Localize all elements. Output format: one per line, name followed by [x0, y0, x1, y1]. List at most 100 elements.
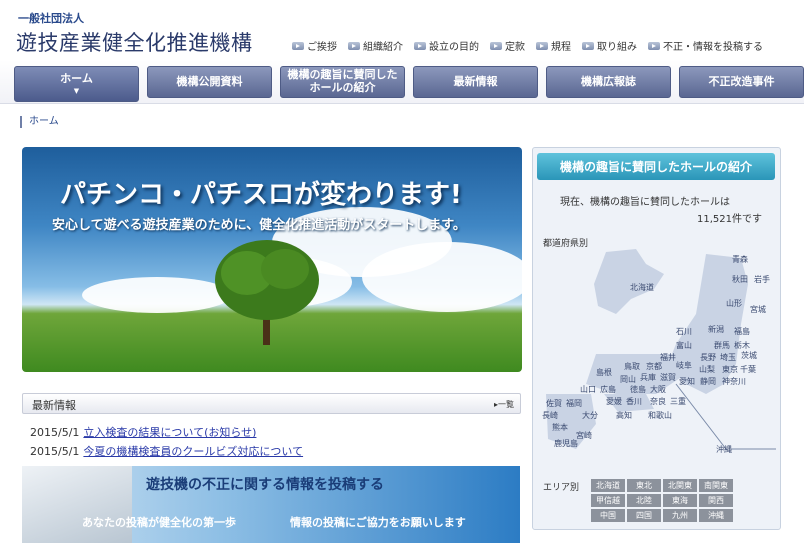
arrow-bullet-icon	[348, 41, 360, 50]
pref-fukushima[interactable]: 福島	[734, 326, 750, 337]
pref-toyama[interactable]: 富山	[676, 340, 692, 351]
org-type: 一般社団法人	[18, 12, 84, 25]
news-date: 2015/5/1	[30, 426, 80, 439]
pref-saga[interactable]: 佐賀	[546, 398, 562, 409]
breadcrumb: ホーム	[20, 116, 59, 128]
cloud-decoration	[362, 242, 522, 312]
pref-nara[interactable]: 奈良	[650, 396, 666, 407]
pref-gunma[interactable]: 群馬	[714, 340, 730, 351]
top-nav-purpose[interactable]: 設立の目的	[414, 38, 479, 53]
report-banner-sub-left: あなたの投稿が健全化の第一歩	[82, 516, 236, 529]
news-link[interactable]: 立入検査の結果について(お知らせ)	[83, 426, 256, 439]
org-name-logo[interactable]: 遊技産業健全化推進機構	[16, 27, 253, 57]
pref-fukui[interactable]: 福井	[660, 352, 676, 363]
area-minamikanto-button[interactable]: 南関東	[699, 479, 733, 492]
pref-mie[interactable]: 三重	[670, 396, 686, 407]
report-banner-title: 遊技機の不正に関する情報を投稿する	[146, 477, 384, 493]
arrow-bullet-icon	[536, 41, 548, 50]
pref-osaka[interactable]: 大阪	[650, 384, 666, 395]
pref-yamaguchi[interactable]: 山口	[580, 384, 596, 395]
area-kansai-button[interactable]: 関西	[699, 494, 733, 507]
pref-hokkaido[interactable]: 北海道	[630, 282, 654, 293]
pref-iwate[interactable]: 岩手	[754, 274, 770, 285]
pref-hiroshima[interactable]: 広島	[600, 384, 616, 395]
pref-oita[interactable]: 大分	[582, 410, 598, 421]
pref-shiga[interactable]: 滋賀	[660, 372, 676, 383]
area-label: エリア別	[543, 483, 580, 493]
pref-fukuoka[interactable]: 福岡	[566, 398, 582, 409]
report-banner-sub-right: 情報の投稿にご協力をお願いします	[290, 516, 466, 529]
pref-kagawa[interactable]: 香川	[626, 396, 642, 407]
pref-wakayama[interactable]: 和歌山	[648, 410, 672, 421]
top-nav-rules[interactable]: 規程	[536, 38, 571, 53]
tab-member-halls[interactable]: 機構の趣旨に賛同した ホールの紹介	[280, 66, 405, 98]
pref-tokyo[interactable]: 東京	[722, 364, 738, 375]
member-halls-count-line1: 現在、機構の趣旨に賛同したホールは	[560, 197, 730, 208]
pref-ishikawa[interactable]: 石川	[676, 326, 692, 337]
member-halls-title[interactable]: 機構の趣旨に賛同したホールの紹介	[537, 153, 775, 180]
pref-gifu[interactable]: 岐阜	[676, 360, 692, 371]
area-hokkaido-button[interactable]: 北海道	[591, 479, 625, 492]
arrow-bullet-icon	[648, 41, 660, 50]
pref-shizuoka[interactable]: 静岡	[700, 376, 716, 387]
area-chugoku-button[interactable]: 中国	[591, 509, 625, 522]
pref-kumamoto[interactable]: 熊本	[552, 422, 568, 433]
pref-yamanashi[interactable]: 山梨	[699, 364, 715, 375]
tab-latest-news[interactable]: 最新情報	[413, 66, 538, 98]
pref-tottori[interactable]: 鳥取	[624, 361, 640, 372]
arrow-bullet-icon	[582, 41, 594, 50]
pref-ehime[interactable]: 愛媛	[606, 396, 622, 407]
tab-home[interactable]: ホーム ▼	[14, 66, 139, 102]
news-item: 2015/5/1 今夏の機構検査員のクールビズ対応について	[30, 443, 303, 459]
pref-aomori[interactable]: 青森	[732, 254, 748, 265]
pref-kochi[interactable]: 高知	[616, 410, 632, 421]
area-okinawa-button[interactable]: 沖縄	[699, 509, 733, 522]
pref-tokushima[interactable]: 徳島	[630, 384, 646, 395]
caret-down-icon: ▼	[73, 87, 80, 96]
pref-kyoto[interactable]: 京都	[646, 361, 662, 372]
pref-akita[interactable]: 秋田	[732, 274, 748, 285]
top-nav-activities[interactable]: 取り組み	[582, 38, 637, 53]
pref-aichi[interactable]: 愛知	[679, 376, 695, 387]
area-buttons: 北海道 東北 北関東 南関東 甲信越 北陸 東海 関西 中国 四国 九州 沖縄	[591, 479, 733, 522]
news-link[interactable]: 今夏の機構検査員のクールビズ対応について	[83, 445, 303, 458]
news-item: 2015/5/1 立入検査の結果について(お知らせ)	[30, 424, 256, 440]
top-nav-report[interactable]: 不正・情報を投稿する	[648, 38, 763, 53]
area-tokai-button[interactable]: 東海	[663, 494, 697, 507]
top-nav-greeting[interactable]: ご挨拶	[292, 38, 337, 53]
pref-nagasaki[interactable]: 長崎	[542, 410, 558, 421]
top-nav-organization[interactable]: 組織紹介	[348, 38, 403, 53]
pref-hyogo[interactable]: 兵庫	[640, 372, 656, 383]
japan-map[interactable]: 北海道 青森 秋田 岩手 山形 宮城 石川 新潟 福島 富山 群馬 栃木 福井 …	[536, 244, 776, 464]
area-koshinetsu-button[interactable]: 甲信越	[591, 494, 625, 507]
tab-newsletter[interactable]: 機構広報誌	[546, 66, 671, 98]
pref-saitama[interactable]: 埼玉	[720, 352, 736, 363]
news-more-link[interactable]: ▸一覧	[494, 399, 514, 410]
pref-kagoshima[interactable]: 鹿児島	[554, 438, 578, 449]
hero-banner: パチンコ・パチスロが変わります! 安心して遊べる遊技産業のために、健全化推進活動…	[22, 147, 522, 372]
pref-nagano[interactable]: 長野	[700, 352, 716, 363]
tab-tampering-cases[interactable]: 不正改造事件	[679, 66, 804, 98]
top-nav: ご挨拶 組織紹介 設立の目的 定款 規程 取り組み 不正・情報を投稿する	[292, 38, 763, 53]
area-kyushu-button[interactable]: 九州	[663, 509, 697, 522]
pref-ibaraki[interactable]: 茨城	[741, 350, 757, 361]
pref-miyazaki[interactable]: 宮崎	[576, 430, 592, 441]
pref-niigata[interactable]: 新潟	[708, 324, 724, 335]
pref-kanagawa[interactable]: 神奈川	[722, 376, 746, 387]
top-nav-articles[interactable]: 定款	[490, 38, 525, 53]
pref-okinawa[interactable]: 沖縄	[716, 444, 732, 455]
news-date: 2015/5/1	[30, 445, 80, 458]
area-hokuriku-button[interactable]: 北陸	[627, 494, 661, 507]
area-kitakanto-button[interactable]: 北関東	[663, 479, 697, 492]
pref-chiba[interactable]: 千葉	[740, 364, 756, 375]
tab-public-documents[interactable]: 機構公開資料	[147, 66, 272, 98]
pref-yamagata[interactable]: 山形	[726, 298, 742, 309]
arrow-bullet-icon	[414, 41, 426, 50]
arrow-bullet-icon	[292, 41, 304, 50]
member-halls-count-line2: 11,521件です	[697, 214, 762, 225]
area-tohoku-button[interactable]: 東北	[627, 479, 661, 492]
pref-miyagi[interactable]: 宮城	[750, 304, 766, 315]
report-banner[interactable]: 遊技機の不正に関する情報を投稿する あなたの投稿が健全化の第一歩 情報の投稿にご…	[22, 466, 520, 543]
pref-shimane[interactable]: 島根	[596, 367, 612, 378]
area-shikoku-button[interactable]: 四国	[627, 509, 661, 522]
